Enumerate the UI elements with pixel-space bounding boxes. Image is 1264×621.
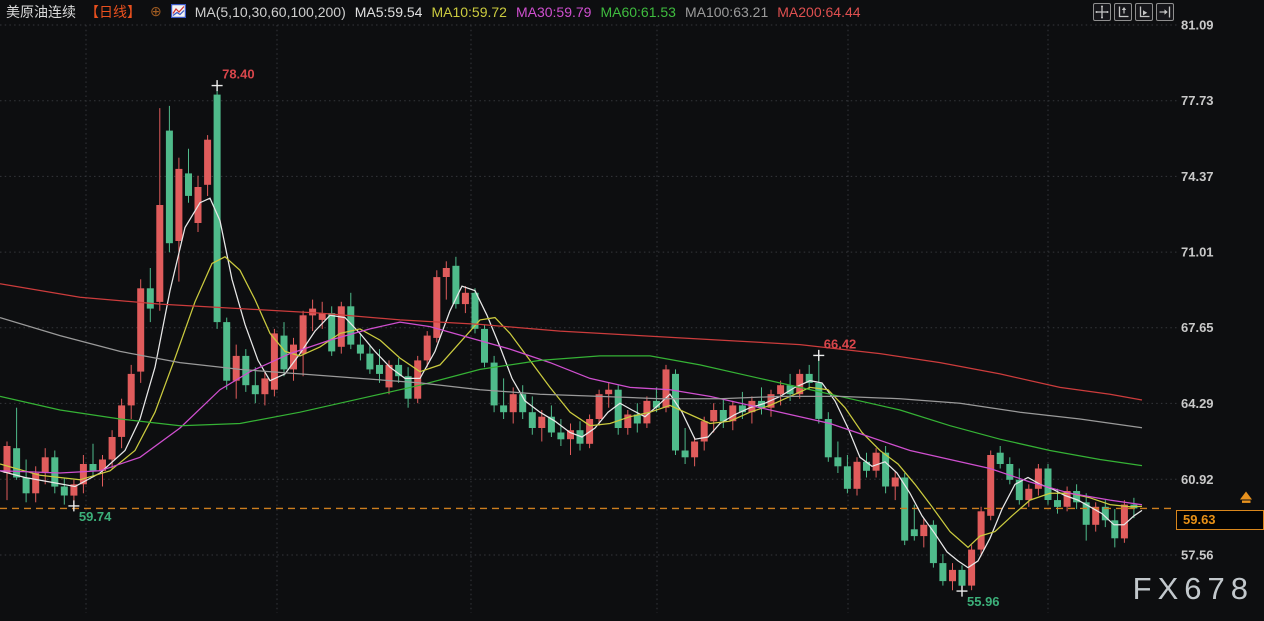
- shift-right-icon[interactable]: [1156, 3, 1174, 21]
- y-axis-label: 74.37: [1181, 169, 1214, 184]
- ma-params-label: MA(5,10,30,60,100,200): [194, 3, 346, 20]
- price-annotation: 66.42: [824, 336, 857, 351]
- y-axis-label: 71.01: [1181, 245, 1214, 260]
- extreme-cross-marker: [211, 80, 223, 92]
- ma10-value: MA10:59.72: [431, 3, 507, 20]
- chart-toolbar: [1093, 3, 1174, 21]
- current-price-tag: 59.63: [1176, 509, 1264, 530]
- price-annotation: 78.40: [222, 67, 255, 82]
- ma-line-MA200: [0, 283, 1143, 401]
- y-axis-label: 64.29: [1181, 396, 1214, 411]
- y-axis-scale-icon[interactable]: [1114, 3, 1132, 21]
- ma200-value: MA200:64.44: [777, 3, 861, 20]
- watermark: FX678: [1132, 571, 1254, 606]
- ma60-value: MA60:61.53: [600, 3, 676, 20]
- candlestick-chart[interactable]: 81.09 77.73 74.37 71.01 67.65 64.29 60.92 57.56…: [0, 0, 1264, 621]
- y-axis-label: 81.09: [1181, 18, 1214, 33]
- chart-type-icon[interactable]: [170, 3, 186, 21]
- y-axis-label: 57.56: [1181, 548, 1214, 563]
- extreme-cross-marker: [956, 585, 968, 597]
- chart-header: 美原油连续 【日线】 ⊕ MA(5,10,30,60,100,200) MA5:…: [0, 0, 861, 23]
- y-axis-label: 77.73: [1181, 93, 1214, 108]
- price-annotation: 59.74: [79, 509, 112, 524]
- y-axis-label: 67.65: [1181, 320, 1214, 335]
- extreme-cross-marker: [813, 349, 825, 361]
- price-arrow-marker: [1240, 491, 1252, 503]
- ma30-value: MA30:59.79: [515, 3, 592, 20]
- symbol-title: 美原油连续: [6, 3, 76, 20]
- ma-line-MA100: [0, 317, 1143, 429]
- ma100-value: MA100:63.21: [684, 3, 769, 20]
- period-selector[interactable]: 【日线】: [85, 2, 141, 22]
- pan-icon[interactable]: [1093, 3, 1111, 21]
- price-annotation: 55.96: [967, 594, 1000, 609]
- ma5-value: MA5:59.54: [354, 3, 423, 20]
- add-indicator-icon[interactable]: ⊕: [150, 3, 162, 20]
- ma-line-MA10: [0, 256, 1143, 549]
- x-axis-scale-icon[interactable]: [1135, 3, 1153, 21]
- trading-app-window: 81.09 77.73 74.37 71.01 67.65 64.29 60.92 57.56…: [0, 0, 1264, 621]
- ma-line-MA5: [0, 197, 1143, 569]
- extreme-cross-marker: [68, 500, 80, 512]
- y-axis-label: 60.92: [1181, 472, 1214, 487]
